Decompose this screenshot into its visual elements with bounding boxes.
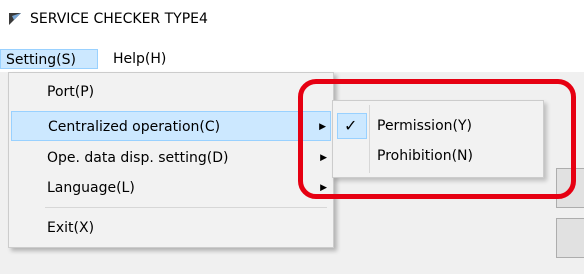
- app-logo-icon: [8, 12, 22, 26]
- menu-item-centralized-operation[interactable]: Centralized operation(C) ▶: [11, 111, 331, 141]
- menu-item-label: Ope. data disp. setting(D): [47, 150, 229, 166]
- menu-item-label: Exit(X): [47, 220, 95, 236]
- menu-item-port[interactable]: Port(P): [11, 77, 331, 107]
- menu-help[interactable]: Help(H): [108, 49, 171, 69]
- annotation-highlight-ring: [298, 79, 576, 199]
- menu-setting[interactable]: Setting(S): [0, 49, 98, 69]
- menu-item-language[interactable]: Language(L) ▶: [11, 173, 331, 203]
- title-bar: SERVICE CHECKER TYPE4: [0, 0, 584, 48]
- background-button[interactable]: [556, 218, 584, 258]
- window-title: SERVICE CHECKER TYPE4: [30, 11, 208, 27]
- menu-item-label: Centralized operation(C): [48, 119, 221, 135]
- setting-dropdown-menu: Port(P) Centralized operation(C) ▶ Ope. …: [8, 72, 334, 248]
- menu-bar: Setting(S) Help(H): [0, 48, 584, 72]
- menu-separator: [45, 207, 327, 208]
- menu-item-exit[interactable]: Exit(X): [11, 213, 331, 243]
- menu-item-ope-data-disp-setting[interactable]: Ope. data disp. setting(D) ▶: [11, 143, 331, 173]
- menu-item-label: Port(P): [47, 84, 95, 100]
- menu-item-label: Language(L): [47, 180, 135, 196]
